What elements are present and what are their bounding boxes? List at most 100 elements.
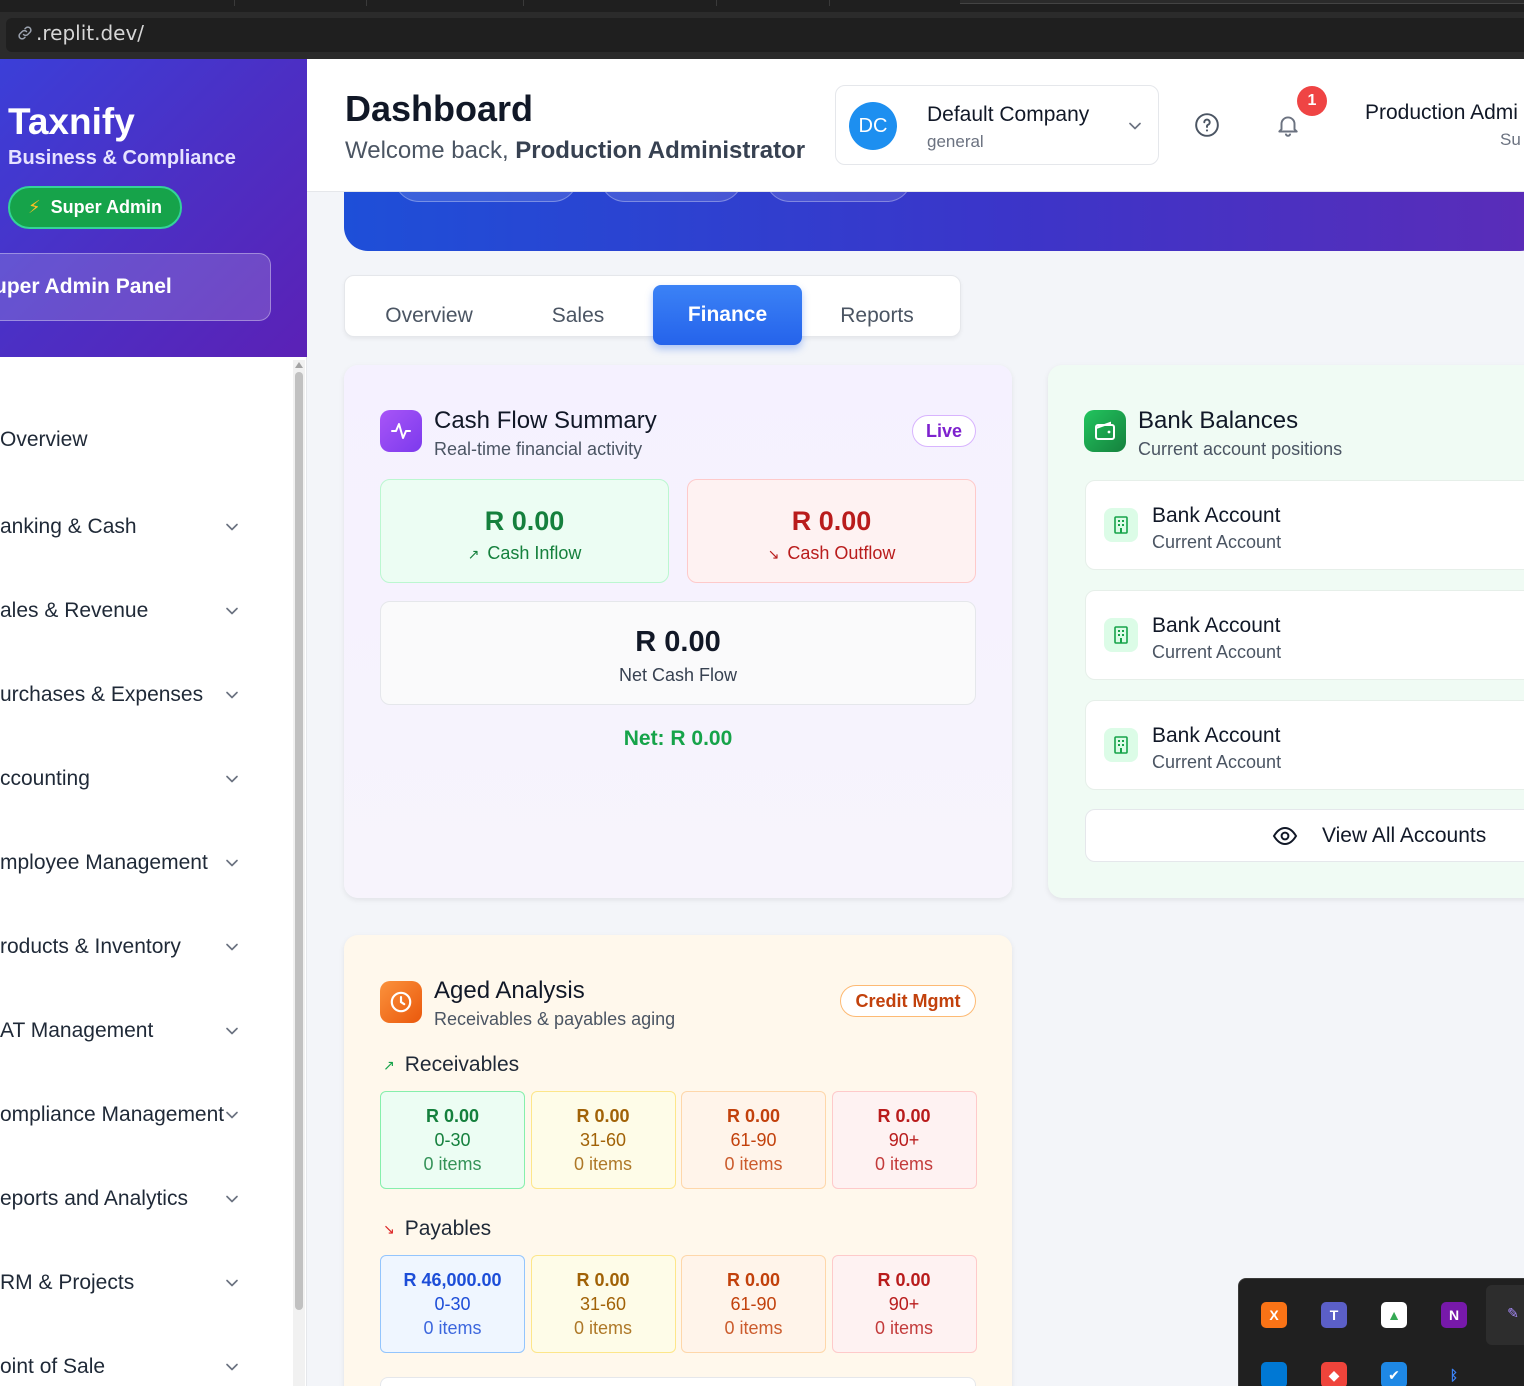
defender-icon[interactable]: ✔: [1381, 1362, 1407, 1386]
sidebar-nav-label: ccounting: [0, 767, 90, 790]
bank-account-row[interactable]: Bank Account Current Account: [1085, 590, 1524, 680]
super-admin-label: Super Admin: [50, 197, 162, 217]
payables-bucket[interactable]: R 0.00 61-90 0 items: [681, 1255, 826, 1353]
payables-bucket[interactable]: R 0.00 90+ 0 items: [831, 1255, 977, 1353]
bucket-range: 31-60: [579, 1130, 627, 1150]
pen-icon[interactable]: ✎: [1500, 1300, 1524, 1326]
google-drive-icon[interactable]: ▲: [1381, 1302, 1407, 1328]
tab-finance[interactable]: Finance: [653, 285, 802, 345]
payables-heading: ↘ Payables: [383, 1217, 491, 1241]
bucket-count: 0 items: [423, 1318, 482, 1338]
view-all-accounts-button[interactable]: View All Accounts: [1085, 809, 1524, 862]
welcome-message: Welcome back, Production Administrator: [345, 137, 805, 165]
welcome-prefix: Welcome back,: [345, 137, 509, 164]
bluetooth-icon[interactable]: ᛒ: [1441, 1362, 1467, 1386]
tab-reports[interactable]: Reports: [802, 287, 952, 345]
sidebar-nav-label: mployee Management: [0, 851, 208, 874]
bucket-amount: R 0.00: [877, 1270, 931, 1290]
bell-icon[interactable]: [1275, 112, 1301, 138]
sidebar-nav-item[interactable]: anking & Cash: [0, 507, 260, 547]
bucket-count: 0 items: [423, 1154, 482, 1174]
hero-stat-pill: [394, 192, 578, 202]
company-selector[interactable]: DC Default Company general: [835, 85, 1159, 165]
cash-inflow-text: Cash Inflow: [487, 543, 582, 563]
sidebar-nav-item[interactable]: Overview: [0, 420, 260, 460]
tab-separator: [716, 0, 717, 6]
sidebar-nav-item[interactable]: AT Management: [0, 1011, 260, 1051]
sidebar-nav-item[interactable]: ccounting: [0, 759, 260, 799]
company-type: general: [927, 132, 984, 151]
sidebar-nav-label: Overview: [0, 428, 88, 451]
bank-account-type: Current Account: [1152, 752, 1282, 772]
lightning-icon: ⚡: [28, 197, 41, 217]
sidebar-nav-label: ales & Revenue: [0, 599, 149, 622]
xampp-icon[interactable]: X: [1261, 1302, 1287, 1328]
sidebar-nav-label: anking & Cash: [0, 515, 137, 538]
sidebar-nav-item[interactable]: urchases & Expenses: [0, 675, 260, 715]
sidebar-nav-item[interactable]: eports and Analytics: [0, 1179, 260, 1219]
user-menu-name[interactable]: Production Admi: [1365, 101, 1518, 125]
payables-label: Payables: [404, 1217, 492, 1240]
bucket-count: 0 items: [573, 1318, 633, 1338]
tab-overview[interactable]: Overview: [344, 287, 514, 345]
teams-icon[interactable]: T: [1321, 1302, 1347, 1328]
view-all-accounts-label: View All Accounts: [1322, 824, 1487, 847]
sidebar-nav-label: AT Management: [0, 1019, 154, 1042]
cash-inflow-label: ↗ Cash Inflow: [381, 543, 668, 564]
receivables-bucket[interactable]: R 0.00 90+ 0 items: [831, 1091, 977, 1189]
chevron-down-icon: [222, 1357, 242, 1377]
cash-outflow-box: R 0.00 ↘ Cash Outflow: [687, 479, 976, 583]
aged-analysis-title: Aged Analysis: [434, 977, 585, 1004]
anydesk-icon[interactable]: ◆: [1321, 1362, 1347, 1386]
bank-account-name: Bank Account: [1152, 614, 1281, 637]
receivables-bucket[interactable]: R 0.00 0-30 0 items: [380, 1091, 525, 1189]
sidebar-nav-item[interactable]: ales & Revenue: [0, 591, 260, 631]
bank-account-row[interactable]: Bank Account Current Account: [1085, 480, 1524, 570]
sidebar-nav-item[interactable]: ompliance Management: [0, 1095, 260, 1135]
sidebar-nav-item[interactable]: oint of Sale: [0, 1347, 260, 1386]
sidebar-nav: Overview anking & Cash ales & Revenue urcha…: [0, 357, 307, 1386]
tab-sales[interactable]: Sales: [503, 287, 653, 345]
receivables-bucket[interactable]: R 0.00 61-90 0 items: [681, 1091, 826, 1189]
address-bar: [0, 12, 1524, 59]
cash-flow-subtitle: Real-time financial activity: [434, 439, 643, 459]
notification-count-badge: 1: [1297, 86, 1327, 116]
bucket-count: 0 items: [874, 1154, 934, 1174]
windows-app-icon[interactable]: [1261, 1362, 1287, 1386]
receivables-bucket[interactable]: R 0.00 31-60 0 items: [530, 1091, 676, 1189]
super-admin-panel-button[interactable]: uper Admin Panel: [0, 253, 271, 321]
browser-tab-strip: [0, 0, 1524, 12]
hero-banner: [344, 192, 1524, 251]
help-icon[interactable]: [1194, 112, 1220, 138]
bank-balances-title: Bank Balances: [1138, 407, 1299, 434]
aged-summary-box: [380, 1377, 976, 1386]
bank-account-name: Bank Account: [1152, 504, 1281, 527]
url-field[interactable]: [6, 18, 1524, 52]
bucket-count: 0 items: [724, 1318, 783, 1338]
bucket-range: 61-90: [730, 1294, 777, 1314]
sidebar-nav-item[interactable]: roducts & Inventory: [0, 927, 260, 967]
sidebar-nav-item[interactable]: mployee Management: [0, 843, 260, 883]
cash-outflow-text: Cash Outflow: [787, 543, 896, 563]
url-text[interactable]: .replit.dev/: [36, 21, 144, 45]
eye-icon: [1272, 826, 1298, 846]
page-title: Dashboard: [345, 88, 534, 129]
arrow-down-right-icon: ↘: [383, 1220, 395, 1237]
sidebar-nav-item[interactable]: RM & Projects: [0, 1263, 260, 1303]
scroll-up-arrow-icon[interactable]: [295, 362, 303, 368]
bucket-count: 0 items: [573, 1154, 633, 1174]
bucket-range: 90+: [888, 1294, 920, 1314]
chevron-down-icon: [222, 1189, 242, 1209]
company-name: Default Company: [927, 103, 1090, 126]
sidebar-scrollbar-thumb[interactable]: [295, 372, 303, 1310]
payables-bucket[interactable]: R 46,000.00 0-30 0 items: [380, 1255, 525, 1353]
bank-account-row[interactable]: Bank Account Current Account: [1085, 700, 1524, 790]
cash-outflow-label: ↘ Cash Outflow: [688, 543, 975, 564]
bank-account-type: Current Account: [1152, 642, 1282, 662]
arrow-up-right-icon: ↗: [383, 1056, 395, 1073]
onenote-icon[interactable]: N: [1441, 1302, 1467, 1328]
cash-inflow-amount: R 0.00: [484, 506, 565, 536]
payables-bucket[interactable]: R 0.00 31-60 0 items: [530, 1255, 676, 1353]
active-browser-tab[interactable]: [960, 0, 1524, 4]
building-icon: [1104, 728, 1138, 762]
